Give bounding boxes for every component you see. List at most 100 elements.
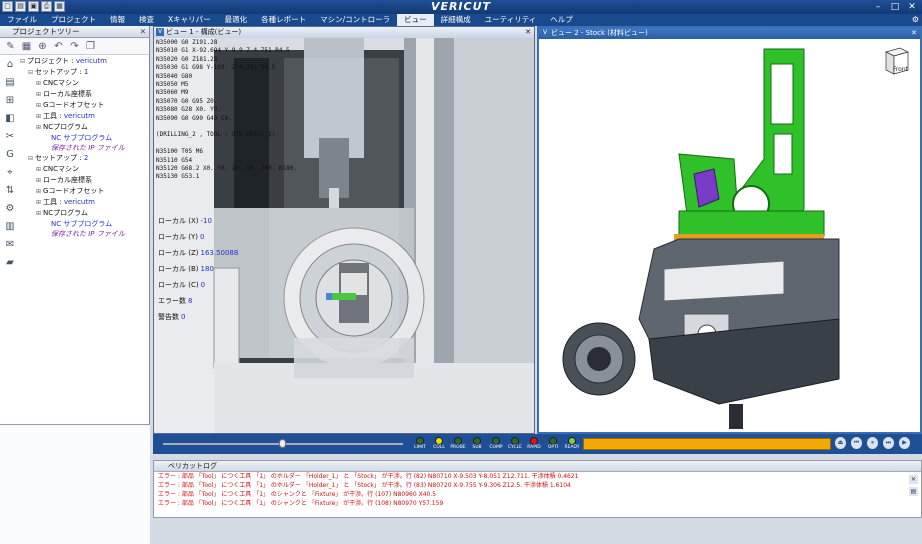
menu-item[interactable]: 検査	[132, 14, 161, 26]
readout-label: エラー数	[158, 297, 186, 305]
pause-icon[interactable]: ⏸	[867, 437, 878, 449]
indicator-light-icon	[454, 437, 462, 445]
tree-item[interactable]: 保存された IP ファイル	[20, 143, 150, 153]
table-icon[interactable]: ▦	[20, 40, 33, 53]
axis-icon[interactable]: ⌖	[3, 166, 17, 180]
menu-item[interactable]: 詳細構成	[434, 14, 478, 26]
tree-item-label: ローカル座標系	[43, 176, 92, 184]
tree-item[interactable]: ⊞ Gコードオフセット	[20, 186, 150, 197]
nc-line: N35130 G53.1	[156, 173, 200, 181]
tree-item[interactable]: ⊟ セットアップ : 1	[20, 67, 150, 78]
menu-item[interactable]: Xキャリパー	[161, 14, 218, 26]
tree-item[interactable]: ⊟ プロジェクト : vericutm	[20, 56, 150, 67]
tree-item[interactable]: ⊞ NCプログラム	[20, 208, 150, 219]
tree-item-label: Gコードオフセット	[43, 187, 105, 195]
window-controls: – □ ✕	[870, 1, 920, 13]
nc-line	[156, 140, 297, 148]
tree-expander[interactable]: ⊟	[28, 68, 35, 78]
tree-item[interactable]: ⊞ NCプログラム	[20, 122, 150, 133]
wand-icon[interactable]: ✎	[4, 40, 17, 53]
step-icon[interactable]: ⏭	[883, 437, 894, 449]
tree-item[interactable]: ⊞ 工具 : vericutm	[20, 197, 150, 208]
tree-expander[interactable]: ⊞	[36, 90, 43, 100]
close-icon[interactable]: ✕	[904, 1, 920, 13]
speed-slider-thumb[interactable]	[279, 439, 286, 448]
log-close-icon[interactable]: ✕	[909, 475, 918, 484]
tree-expander[interactable]: ⊞	[36, 101, 43, 111]
nc-line: N35020 G0 Z181.28	[156, 55, 218, 63]
tree-expander[interactable]: ⊞	[36, 176, 43, 186]
tool-icon[interactable]: ✂	[3, 130, 17, 144]
fixture-icon[interactable]: ⊞	[3, 94, 17, 108]
tree-item[interactable]: ⊞ CNCマシン	[20, 164, 150, 175]
help-icon[interactable]: ⚙	[912, 15, 919, 24]
tree-expander[interactable]: ⊟	[20, 57, 27, 67]
eject-icon[interactable]: ⏏	[835, 437, 846, 449]
tree-add-icon[interactable]: ⊕	[36, 40, 49, 53]
menu-item[interactable]: ユーティリティ	[478, 14, 544, 26]
tree-expander[interactable]: ⊞	[36, 112, 43, 122]
tree-expander[interactable]: ⊞	[36, 187, 43, 197]
tree-item[interactable]: ⊞ ローカル座標系	[20, 89, 150, 100]
tree-expander[interactable]: ⊞	[36, 123, 43, 133]
redo-icon[interactable]: ↷	[68, 40, 81, 53]
readout-row: ローカル (C) 0	[158, 277, 238, 293]
report-icon[interactable]: ✉	[3, 238, 17, 252]
vericut-log-panel: ベリカットログ エラー : 部品 「Tool」 につく工具 「1」 のホルダー …	[153, 460, 922, 518]
tree-item-label: NC サブプログラム	[51, 220, 113, 228]
menu-item[interactable]: 各種レポート	[254, 14, 313, 26]
rewind-icon[interactable]: ⏮	[851, 437, 862, 449]
tree-expander[interactable]: ⊞	[36, 198, 43, 208]
view-2-stock[interactable]: V ビュー 2 - Stock (材料ビュー) ✕ Front	[537, 26, 922, 434]
tree-item-label: NCプログラム	[43, 123, 88, 131]
tree-item[interactable]: 保存された IP ファイル	[20, 229, 150, 239]
tree-expander[interactable]: ⊞	[36, 79, 43, 89]
properties-area	[0, 424, 150, 544]
settings-icon[interactable]: ⚙	[3, 202, 17, 216]
view-1-close-icon[interactable]: ✕	[525, 27, 531, 38]
tree-item[interactable]: ⊞ 工具 : vericutm	[20, 111, 150, 122]
stock-icon[interactable]: ▤	[3, 76, 17, 90]
offset-icon[interactable]: ⇅	[3, 184, 17, 198]
tree-expander[interactable]: ⊞	[36, 209, 43, 219]
panel-close-icon[interactable]: ✕	[140, 26, 146, 38]
program-icon[interactable]: ▥	[3, 220, 17, 234]
machine-icon[interactable]: ⌂	[3, 58, 17, 72]
undo-icon[interactable]: ↶	[52, 40, 65, 53]
tree-item[interactable]: NC サブプログラム	[20, 133, 150, 143]
tree-item-label: Gコードオフセット	[43, 101, 105, 109]
stock-scene	[539, 39, 920, 432]
menu-item[interactable]: 最適化	[218, 14, 255, 26]
view-1-machine[interactable]: V ビュー 1 - 構成(ビュー) ✕ N35000 G0 Z191.28 N35…	[153, 26, 535, 434]
gcode-icon[interactable]: G	[3, 148, 17, 162]
menu-item[interactable]: ヘルプ	[543, 14, 580, 26]
minimize-icon[interactable]: –	[870, 1, 886, 13]
copy-icon[interactable]: ❐	[84, 40, 97, 53]
tree-expander[interactable]: ⊞	[36, 165, 43, 175]
log-options-icon[interactable]: ▤	[909, 487, 918, 496]
tree-item[interactable]: ⊟ セットアップ : 2	[20, 153, 150, 164]
maximize-icon[interactable]: □	[887, 1, 903, 13]
play-icon[interactable]: ▶	[899, 437, 910, 449]
nc-line: N35040 G80	[156, 72, 193, 80]
menu-item[interactable]: プロジェクト	[44, 14, 103, 26]
tree-item[interactable]: NC サブプログラム	[20, 219, 150, 229]
folder-icon[interactable]: ▰	[3, 256, 17, 270]
menu-item[interactable]: ファイル	[0, 14, 44, 26]
indicator-light-icon	[492, 437, 500, 445]
view-2-close-icon[interactable]: ✕	[911, 28, 917, 39]
side-icon-column: ⌂ ▤ ⊞ ◧ ✂ G ⌖ ⇅ ⚙ ▥ ✉ ▰	[0, 56, 20, 316]
readout-value: -10	[200, 217, 212, 225]
tree-item[interactable]: ⊞ CNCマシン	[20, 78, 150, 89]
menu-item[interactable]: マシン/コントローラ	[313, 14, 397, 26]
design-icon[interactable]: ◧	[3, 112, 17, 126]
readout-value: 8	[188, 297, 193, 305]
tree-item[interactable]: ⊞ Gコードオフセット	[20, 100, 150, 111]
menu-item[interactable]: ビュー	[397, 14, 434, 26]
menu-item[interactable]: 情報	[103, 14, 132, 26]
tree-expander[interactable]: ⊟	[28, 154, 35, 164]
tree-item[interactable]: ⊞ ローカル座標系	[20, 175, 150, 186]
view-icon: V	[541, 29, 549, 37]
readout-value: 0	[199, 233, 205, 241]
simulation-progress-bar	[583, 438, 831, 450]
